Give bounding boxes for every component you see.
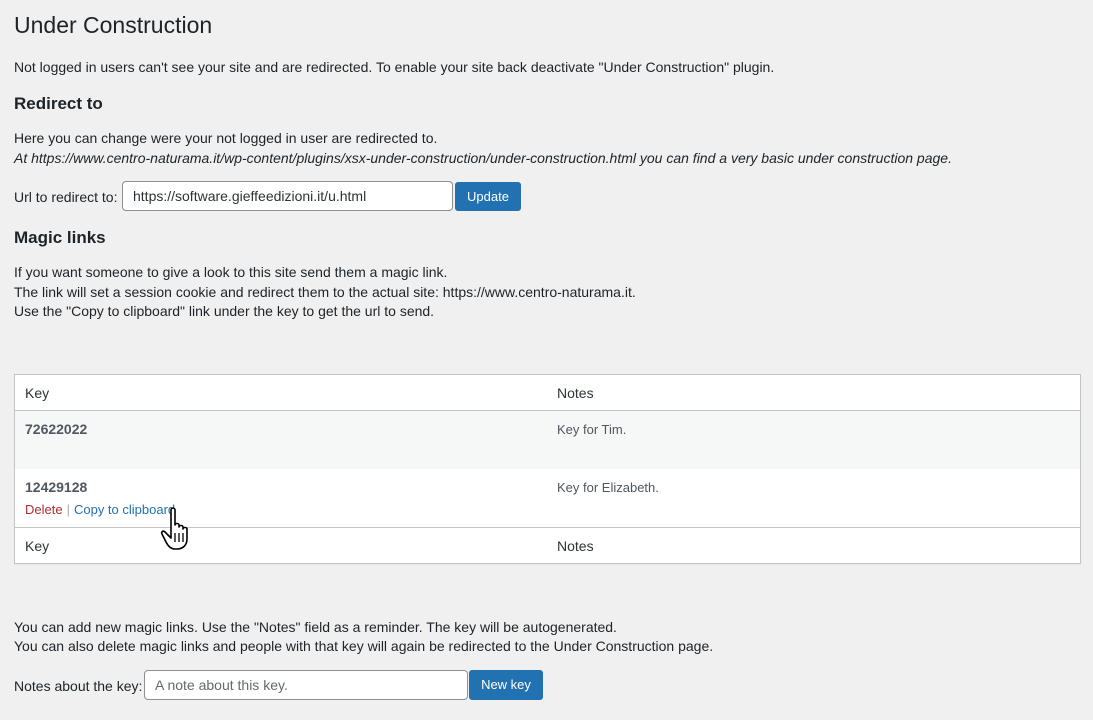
column-header-notes[interactable]: Notes — [557, 385, 594, 401]
magic-links-heading: Magic links — [14, 228, 106, 247]
magic-links-description-2: The link will set a session cookie and r… — [14, 284, 636, 300]
update-button[interactable]: Update — [455, 182, 521, 211]
magic-links-description-1: If you want someone to give a look to th… — [14, 264, 448, 280]
column-header-key[interactable]: Key — [25, 385, 49, 401]
action-separator: | — [66, 502, 70, 517]
notes-label: Notes about the key: — [14, 678, 143, 694]
key-value: 12429128 — [25, 479, 88, 495]
redirect-hint: At https://www.centro-naturama.it/wp-con… — [14, 150, 952, 166]
delete-link[interactable]: Delete — [25, 502, 63, 517]
add-description-2: You can also delete magic links and peop… — [14, 638, 714, 654]
new-key-button[interactable]: New key — [469, 670, 543, 700]
add-description-1: You can add new magic links. Use the "No… — [14, 619, 617, 635]
column-footer-notes[interactable]: Notes — [557, 538, 594, 554]
key-value: 72622022 — [25, 421, 88, 437]
magic-links-description-3: Use the "Copy to clipboard" link under t… — [14, 303, 435, 319]
row-actions: Delete | Copy to clipboard — [25, 502, 175, 517]
notes-input[interactable]: A note about this key. — [144, 670, 468, 700]
redirect-description: Here you can change were your not logged… — [14, 130, 438, 146]
table-row: 72622022 Key for Tim. — [15, 411, 1080, 469]
hand-pointer-icon — [160, 506, 200, 555]
redirect-heading: Redirect to — [14, 94, 103, 113]
intro-text: Not logged in users can't see your site … — [14, 59, 775, 75]
url-label: Url to redirect to: — [14, 189, 118, 205]
url-input[interactable]: https://software.gieffeedizioni.it/u.htm… — [122, 181, 453, 211]
column-footer-key[interactable]: Key — [25, 538, 49, 554]
table-header: Key Notes — [15, 375, 1080, 411]
key-notes: Key for Elizabeth. — [557, 480, 659, 495]
key-notes: Key for Tim. — [557, 422, 627, 437]
page-title: Under Construction — [14, 12, 213, 38]
